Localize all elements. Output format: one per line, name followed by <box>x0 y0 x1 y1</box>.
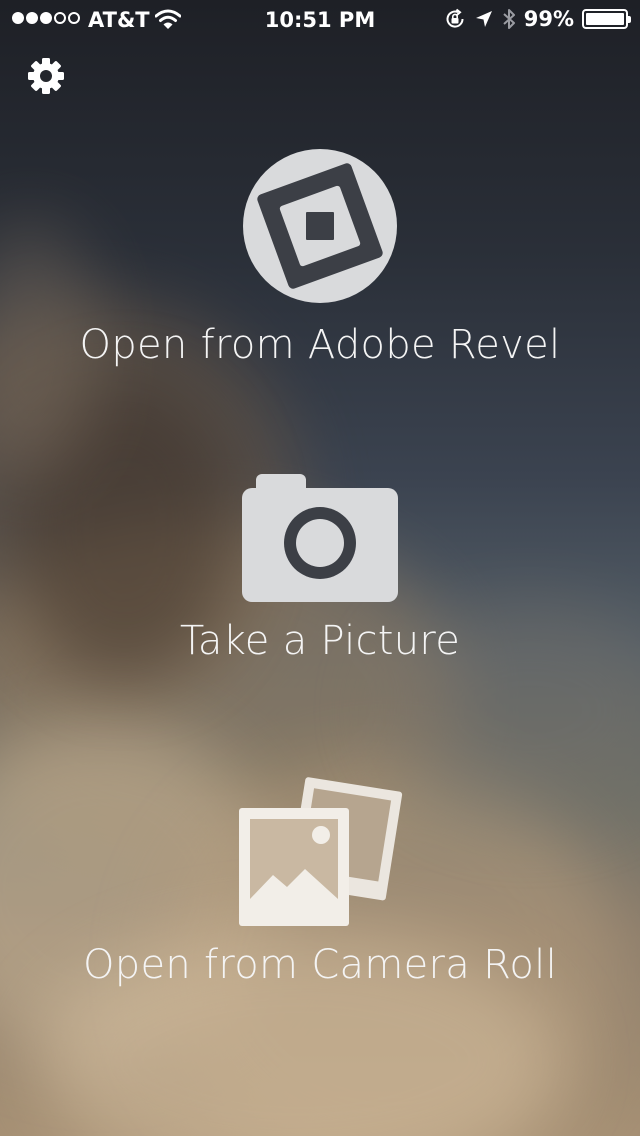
camera-icon <box>242 474 398 602</box>
gear-icon[interactable] <box>26 56 66 96</box>
open-from-camera-roll-button[interactable]: Open from Camera Roll <box>0 770 640 988</box>
take-a-picture-button[interactable]: Take a Picture <box>0 474 640 664</box>
battery-fill <box>586 13 624 25</box>
open-from-adobe-revel-button[interactable]: Open from Adobe Revel <box>0 148 640 368</box>
battery-icon <box>582 9 631 29</box>
action-label: Open from Camera Roll <box>82 942 558 988</box>
app-screen: AT&T 10:51 PM 99% Open from Adobe Revel … <box>0 0 640 1136</box>
rotation-lock-icon <box>446 8 464 28</box>
battery-percent: 99% <box>523 7 574 31</box>
action-label: Take a Picture <box>179 618 461 664</box>
photos-icon <box>239 777 403 926</box>
bluetooth-icon <box>503 9 515 29</box>
action-label: Open from Adobe Revel <box>79 322 561 368</box>
location-arrow-icon <box>475 11 492 27</box>
status-right: 99% <box>444 7 631 31</box>
status-bar: AT&T 10:51 PM 99% <box>0 0 640 40</box>
adobe-revel-icon <box>243 149 397 303</box>
